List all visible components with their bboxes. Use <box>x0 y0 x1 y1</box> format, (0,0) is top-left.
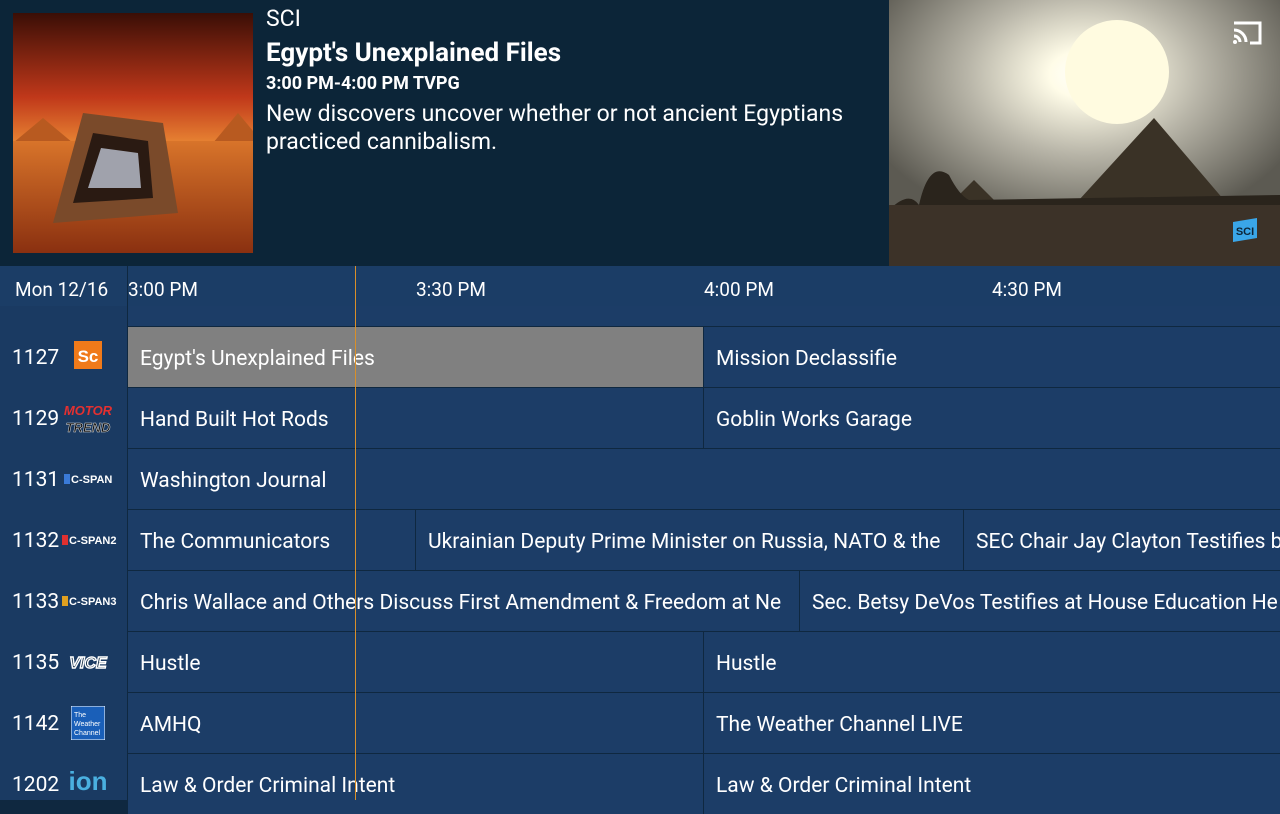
program-cell[interactable]: Law & Order Criminal Intent <box>128 754 704 814</box>
program-cell[interactable]: Washington Journal <box>128 449 1280 509</box>
svg-text:Sc: Sc <box>78 347 99 366</box>
program-cell[interactable]: Chris Wallace and Others Discuss First A… <box>128 571 800 631</box>
svg-text:SCI: SCI <box>1236 226 1254 238</box>
svg-text:C-SPAN3: C-SPAN3 <box>69 596 116 608</box>
channel-number: 1131 <box>12 468 60 492</box>
program-cell[interactable]: Sec. Betsy DeVos Testifies at House Educ… <box>800 571 1280 631</box>
program-cell[interactable]: Hand Built Hot Rods <box>128 388 704 448</box>
cspan2-logo-icon[interactable]: C-SPAN2 <box>62 532 118 552</box>
svg-text:TREND: TREND <box>66 420 111 435</box>
channel-number: 1132 <box>12 529 60 553</box>
svg-text:MOTOR: MOTOR <box>64 403 112 418</box>
program-cell[interactable]: SEC Chair Jay Clayton Testifies b <box>964 510 1280 570</box>
program-cell[interactable]: AMHQ <box>128 693 704 753</box>
program-cell[interactable]: Mission Declassifie <box>704 327 1280 387</box>
program-cell[interactable]: The Weather Channel LIVE <box>704 693 1280 753</box>
time-label-2: 3:30 PM <box>416 278 486 301</box>
cspan3-logo-icon[interactable]: C-SPAN3 <box>62 593 118 613</box>
program-cell[interactable]: Hustle <box>704 632 1280 692</box>
svg-text:C-SPAN2: C-SPAN2 <box>69 535 116 547</box>
svg-text:VICE: VICE <box>69 655 108 671</box>
sci-channel-badge-icon: SCI <box>1231 218 1259 242</box>
show-poster-image <box>13 13 253 253</box>
current-time-indicator <box>355 266 356 800</box>
program-cell[interactable]: Goblin Works Garage <box>704 388 1280 448</box>
program-info-header: SCI Egypt's Unexplained Files 3:00 PM-4:… <box>0 0 1280 266</box>
program-time-rating: 3:00 PM-4:00 PM TVPG <box>266 73 460 94</box>
program-title: Egypt's Unexplained Files <box>266 38 562 68</box>
vice-logo-icon[interactable]: VICE <box>62 653 114 675</box>
ion-logo-icon[interactable]: ion <box>62 765 114 804</box>
partial-row <box>128 306 1280 326</box>
channel-number: 1133 <box>12 590 60 614</box>
svg-text:The: The <box>74 712 86 719</box>
channel-number: 1129 <box>12 407 60 431</box>
motor-trend-logo-icon[interactable]: MOTOR TREND <box>64 401 113 439</box>
weather-channel-logo-icon[interactable]: The Weather Channel <box>70 705 106 744</box>
grid-divider <box>127 266 128 800</box>
svg-text:Channel: Channel <box>74 730 101 737</box>
svg-text:C-SPAN: C-SPAN <box>71 474 112 486</box>
channel-number: 1135 <box>12 651 60 675</box>
live-preview-video[interactable] <box>889 0 1280 266</box>
svg-text:ion: ion <box>69 766 108 796</box>
time-label-3: 4:00 PM <box>704 278 774 301</box>
program-cell[interactable]: The Communicators <box>128 510 416 570</box>
program-cell[interactable]: Law & Order Criminal Intent <box>704 754 1280 814</box>
program-cell[interactable]: Egypt's Unexplained Files <box>128 327 704 387</box>
date-label: Mon 12/16 <box>15 278 109 301</box>
program-cell[interactable]: Hustle <box>128 632 704 692</box>
channel-number: 1142 <box>12 712 60 736</box>
time-label-4: 4:30 PM <box>992 278 1062 301</box>
channel-code: SCI <box>266 5 301 32</box>
channel-number: 1127 <box>12 346 60 370</box>
time-label-1: 3:00 PM <box>128 278 198 301</box>
cspan-logo-icon[interactable]: C-SPAN <box>64 471 114 491</box>
cast-icon[interactable] <box>1230 18 1264 48</box>
time-bar: Mon 12/16 3:00 PM 3:30 PM 4:00 PM 4:30 P… <box>0 266 1280 307</box>
science-logo-icon[interactable]: Sc <box>74 341 102 377</box>
svg-text:Weather: Weather <box>74 721 101 728</box>
program-cell[interactable]: Ukrainian Deputy Prime Minister on Russi… <box>416 510 964 570</box>
channel-number: 1202 <box>12 773 60 797</box>
program-description: New discovers uncover whether or not anc… <box>266 100 844 155</box>
